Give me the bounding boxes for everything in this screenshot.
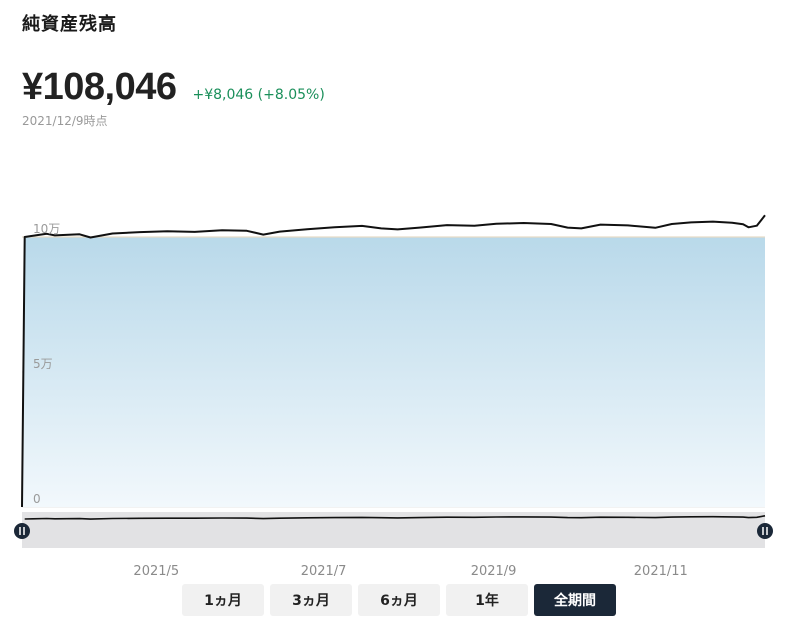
series-area bbox=[22, 237, 765, 507]
x-tick-label: 2021/9 bbox=[471, 564, 517, 579]
y-tick-label: 0 bbox=[33, 492, 41, 506]
page-title: 純資産残高 bbox=[22, 14, 117, 35]
period-button-2[interactable]: 6ヵ月 bbox=[358, 584, 440, 616]
area-layer bbox=[21, 214, 766, 508]
as-of-date: 2021/12/9時点 bbox=[22, 114, 108, 128]
period-button-1[interactable]: 3ヵ月 bbox=[270, 584, 352, 616]
net-asset-chart: 0 5万 10万 2021/5 2021/7 2021/9 2021/11 bbox=[14, 214, 773, 579]
x-tick-layer: 2021/5 2021/7 2021/9 2021/11 bbox=[133, 564, 687, 579]
handle-knob bbox=[757, 523, 773, 539]
navigator-handle-left[interactable] bbox=[14, 523, 30, 539]
x-tick-label: 2021/7 bbox=[301, 564, 347, 579]
y-tick-label: 10万 bbox=[33, 222, 60, 236]
navigator-handle-right[interactable] bbox=[757, 523, 773, 539]
net-asset-value: ¥108,046 bbox=[22, 66, 177, 108]
range-navigator[interactable] bbox=[14, 512, 773, 548]
period-selector: 1ヵ月 3ヵ月 6ヵ月 1年 全期間 bbox=[182, 584, 616, 616]
change-value: +¥8,046 (+8.05%) bbox=[192, 87, 325, 103]
value-row: ¥108,046 +¥8,046 (+8.05%) bbox=[22, 66, 325, 109]
period-button-0[interactable]: 1ヵ月 bbox=[182, 584, 264, 616]
x-tick-label: 2021/11 bbox=[634, 564, 688, 579]
period-button-4[interactable]: 全期間 bbox=[534, 584, 616, 616]
y-tick-label: 5万 bbox=[33, 357, 53, 371]
x-tick-label: 2021/5 bbox=[133, 564, 179, 579]
period-button-3[interactable]: 1年 bbox=[446, 584, 528, 616]
handle-knob bbox=[14, 523, 30, 539]
